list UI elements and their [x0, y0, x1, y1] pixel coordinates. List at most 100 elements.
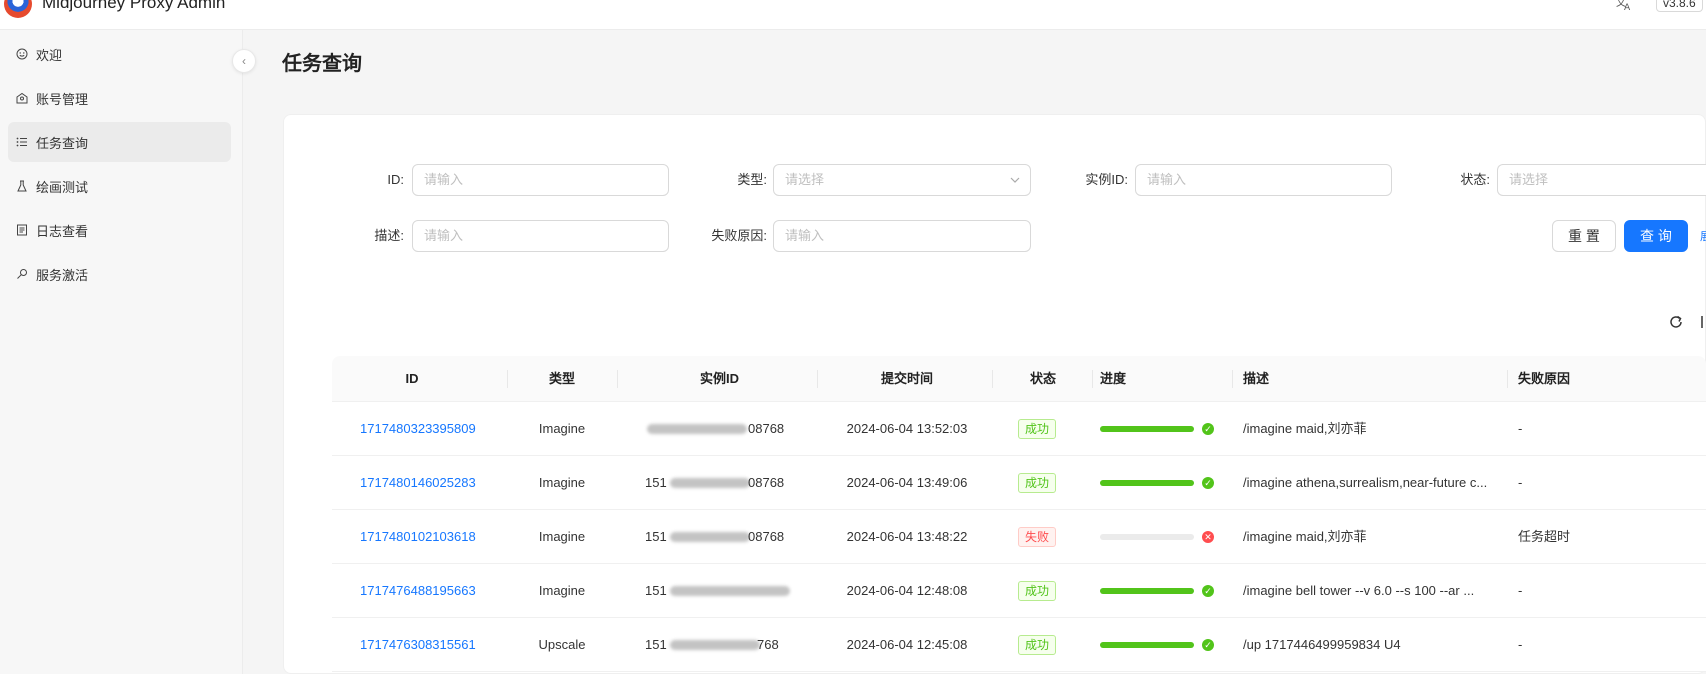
redacted-instance-id [647, 424, 747, 434]
page-title: 任务查询 [282, 53, 362, 75]
reset-button[interactable]: 重 置 [1552, 220, 1616, 252]
status-badge: 成功 [1018, 473, 1057, 493]
sidebar-item-logs[interactable]: 日志查看 [8, 210, 231, 250]
column-divider [992, 370, 993, 388]
column-header: 状态 [1029, 371, 1056, 386]
reload-icon[interactable] [1668, 314, 1684, 335]
top-bar: Midjourney Proxy Admin 文A v3.8.6 [0, 0, 1706, 30]
sidebar-item-tasks[interactable]: 任务查询 [8, 122, 231, 162]
translate-icon[interactable]: 文A [1616, 0, 1632, 14]
progress-bar [1100, 642, 1194, 648]
id-input[interactable]: 请输入 [412, 164, 669, 196]
version-badge: v3.8.6 [1656, 0, 1703, 12]
check-circle-icon: ✓ [1202, 639, 1214, 651]
task-description: /imagine athena,surrealism,near-future c… [1243, 475, 1488, 490]
task-id-link[interactable]: 1717476488195663 [360, 564, 490, 618]
instance-id-suffix: 08768 [748, 529, 785, 544]
progress-fill [1100, 426, 1194, 432]
submit-time: 2024-06-04 13:52:03 [846, 421, 968, 436]
fail-reason: - [1518, 583, 1523, 598]
key-icon [16, 268, 28, 280]
submit-time: 2024-06-04 13:48:22 [846, 529, 968, 544]
fail-reason: - [1518, 475, 1523, 490]
status-badge: 成功 [1018, 581, 1057, 601]
progress-bar [1100, 588, 1194, 594]
progress-fill [1100, 642, 1194, 648]
query-button[interactable]: 查 询 [1624, 220, 1688, 252]
progress-bar [1100, 480, 1194, 486]
chevron-down-icon [1010, 165, 1020, 206]
task-id-link[interactable]: 1717476308315561 [360, 618, 490, 672]
column-header: 实例ID [699, 371, 739, 386]
type-select[interactable]: 请选择 [773, 164, 1031, 196]
sidebar-collapse-button[interactable]: ‹ [232, 49, 256, 73]
sidebar-item-draw-test[interactable]: 绘画测试 [8, 166, 231, 206]
chevron-left-icon: ‹ [242, 54, 246, 68]
sidebar-item-label: 服务激活 [36, 267, 89, 283]
task-id-link[interactable]: 1717480102103618 [360, 510, 490, 564]
table-header: ID 类型 实例ID 提交时间 状态 进度 描述 失败原因 [332, 356, 1706, 402]
table-row: 1717480146025283 Imagine 151 08768 2024-… [332, 456, 1706, 510]
status-badge: 失败 [1018, 527, 1057, 547]
check-circle-icon: ✓ [1202, 423, 1214, 435]
type-select-placeholder: 请选择 [785, 172, 825, 187]
progress-bar [1100, 426, 1194, 432]
sidebar-item-welcome[interactable]: 欢迎 [8, 34, 231, 74]
list-icon [16, 136, 28, 148]
column-header: 描述 [1243, 371, 1270, 386]
sidebar: 欢迎 账号管理 任务查询 绘画测试 日志查看 服务激活 [0, 30, 243, 674]
task-type: Imagine [538, 421, 586, 436]
flask-icon [16, 180, 28, 192]
table-row: 1717476488195663 Imagine 151 2024-06-04 … [332, 564, 1706, 618]
submit-time: 2024-06-04 12:48:08 [846, 583, 968, 598]
sidebar-item-label: 日志查看 [36, 223, 89, 239]
progress-fill [1100, 480, 1194, 486]
table-row: 1717476308315561 Upscale 151 768 2024-06… [332, 618, 1706, 672]
density-icon[interactable] [1700, 314, 1706, 335]
fail-reason: - [1518, 637, 1523, 652]
fail-reason: 任务超时 [1518, 529, 1571, 544]
task-description: /imagine maid,刘亦菲 [1243, 421, 1367, 436]
column-header: 进度 [1100, 371, 1127, 386]
task-type: Upscale [538, 637, 586, 652]
app-logo [4, 0, 32, 18]
expand-toggle[interactable]: 展 [1700, 228, 1706, 242]
submit-time: 2024-06-04 13:49:06 [846, 475, 968, 490]
redacted-instance-id [670, 532, 750, 542]
close-circle-icon: ✕ [1202, 531, 1214, 543]
progress-fill [1100, 588, 1194, 594]
sidebar-item-label: 任务查询 [36, 135, 89, 151]
fail-reason: - [1518, 421, 1523, 436]
status-label: 状态: [1460, 172, 1490, 187]
instance-id-input[interactable]: 请输入 [1135, 164, 1392, 196]
id-label: ID: [387, 172, 404, 187]
description-input[interactable]: 请输入 [412, 220, 669, 252]
status-select[interactable]: 请选择 [1497, 164, 1706, 196]
description-label: 描述: [374, 228, 404, 243]
submit-time: 2024-06-04 12:45:08 [846, 637, 968, 652]
sidebar-item-accounts[interactable]: 账号管理 [8, 78, 231, 118]
instance-id-label: 实例ID: [1085, 172, 1128, 187]
svg-text:A: A [1624, 3, 1631, 11]
instance-id-suffix: 768 [757, 637, 779, 652]
table-row: 1717480102103618 Imagine 151 08768 2024-… [332, 510, 1706, 564]
column-divider [617, 370, 618, 388]
check-circle-icon: ✓ [1202, 477, 1214, 489]
task-type: Imagine [538, 583, 586, 598]
task-id-link[interactable]: 1717480146025283 [360, 456, 490, 510]
sidebar-item-activation[interactable]: 服务激活 [8, 254, 231, 294]
fail-reason-label: 失败原因: [711, 228, 767, 243]
fail-reason-input[interactable]: 请输入 [773, 220, 1031, 252]
status-badge: 成功 [1018, 635, 1057, 655]
task-id-link[interactable]: 1717480323395809 [360, 402, 490, 456]
check-circle-icon: ✓ [1202, 585, 1214, 597]
column-divider [1232, 370, 1233, 388]
instance-id-suffix: 08768 [748, 421, 785, 436]
task-type: Imagine [538, 529, 586, 544]
column-divider [1092, 370, 1093, 388]
redacted-instance-id [670, 586, 790, 596]
status-badge: 成功 [1018, 419, 1057, 439]
type-label: 类型: [737, 172, 767, 187]
task-description: /imagine bell tower --v 6.0 --s 100 --ar… [1243, 583, 1475, 598]
redacted-instance-id [670, 640, 760, 650]
